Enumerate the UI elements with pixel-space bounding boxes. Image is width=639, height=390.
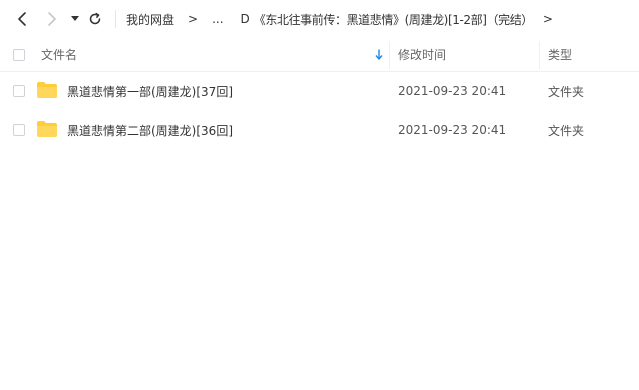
row-checkbox[interactable] xyxy=(13,124,25,136)
breadcrumb-separator: > xyxy=(188,12,199,26)
row-checkbox[interactable] xyxy=(13,85,25,97)
table-row[interactable]: 黑道悲情第一部(周建龙)[37回] 2021-09-23 20:41 文件夹 xyxy=(0,71,639,111)
breadcrumb-item-drive[interactable]: D xyxy=(241,12,250,26)
toolbar-divider xyxy=(115,10,116,28)
refresh-button[interactable] xyxy=(86,8,104,30)
caret-down-icon xyxy=(71,16,79,21)
chevron-left-icon xyxy=(18,12,26,26)
column-header-name[interactable]: 文件名 xyxy=(41,38,77,71)
table-row[interactable]: 黑道悲情第二部(周建龙)[36回] 2021-09-23 20:41 文件夹 xyxy=(0,110,639,150)
select-all-checkbox[interactable] xyxy=(13,49,25,61)
file-type: 文件夹 xyxy=(548,123,585,138)
toolbar: 我的网盘 > ... D 《东北往事前传：黑道悲情》(周建龙)[1-2部]（完结… xyxy=(0,0,639,38)
sort-down-arrow-icon xyxy=(375,49,383,60)
refresh-icon xyxy=(89,12,101,25)
chevron-right-icon xyxy=(48,12,56,26)
breadcrumb-item-current-folder[interactable]: 《东北往事前传：黑道悲情》(周建龙)[1-2部]（完结） xyxy=(254,11,534,28)
column-divider[interactable] xyxy=(389,41,390,69)
history-dropdown-button[interactable] xyxy=(68,8,82,30)
file-name[interactable]: 黑道悲情第一部(周建龙)[37回] xyxy=(67,71,233,111)
modified-time: 2021-09-23 20:41 xyxy=(398,84,507,98)
folder-icon xyxy=(37,121,57,137)
modified-time: 2021-09-23 20:41 xyxy=(398,123,507,137)
breadcrumb-item-root[interactable]: 我的网盘 xyxy=(126,11,174,28)
column-divider[interactable] xyxy=(539,41,540,69)
sort-button[interactable] xyxy=(373,38,385,71)
file-name[interactable]: 黑道悲情第二部(周建龙)[36回] xyxy=(67,110,233,150)
back-button[interactable] xyxy=(12,8,32,30)
column-header-type[interactable]: 类型 xyxy=(548,38,572,71)
forward-button[interactable] xyxy=(42,8,62,30)
breadcrumb-separator: > xyxy=(542,12,553,26)
column-header-modified[interactable]: 修改时间 xyxy=(398,38,446,71)
folder-icon xyxy=(37,82,57,98)
table-header: 文件名 修改时间 类型 xyxy=(0,38,639,72)
breadcrumb-item-ellipsis[interactable]: ... xyxy=(212,12,223,26)
breadcrumb: 我的网盘 > ... D 《东北往事前传：黑道悲情》(周建龙)[1-2部]（完结… xyxy=(126,10,553,28)
file-type: 文件夹 xyxy=(548,84,585,99)
